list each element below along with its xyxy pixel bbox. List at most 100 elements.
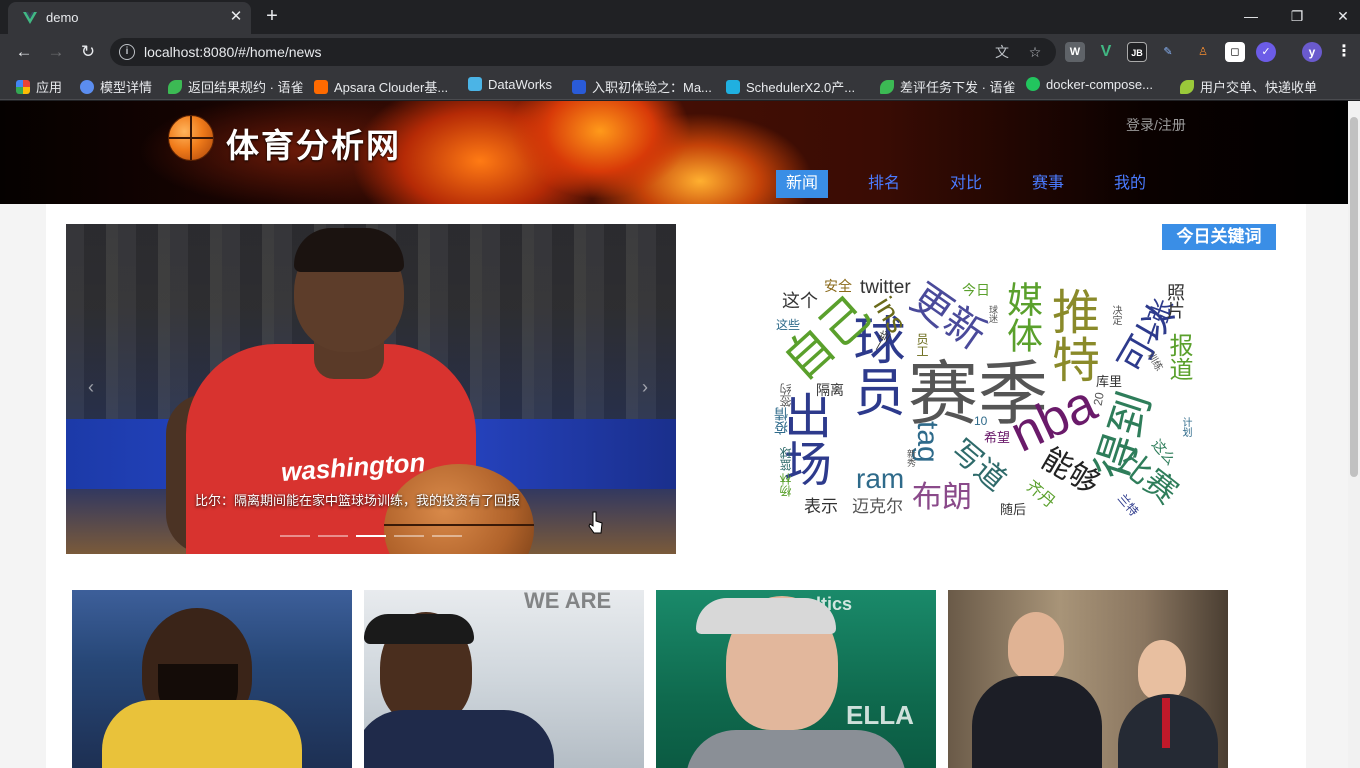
keyword[interactable]: 员工 — [915, 333, 929, 357]
c-logo-icon — [1026, 77, 1040, 91]
bookmark-item[interactable]: 入职初体验之：Ma... — [572, 77, 712, 95]
login-register-link[interactable]: 登录/注册 — [1126, 115, 1186, 135]
bookmark-item[interactable]: docker-compose... — [1026, 77, 1153, 93]
browser-tab[interactable]: demo ✕ — [8, 2, 251, 34]
new-tab-button[interactable]: + — [260, 5, 284, 29]
news-card-image[interactable]: WE ARE — [364, 590, 644, 768]
news-card-image[interactable] — [72, 590, 352, 768]
basketball-logo-icon — [168, 115, 214, 161]
carousel-indicator[interactable] — [394, 535, 424, 537]
carousel-indicator[interactable] — [318, 535, 348, 537]
person-head — [1008, 612, 1064, 680]
profile-avatar[interactable]: y — [1302, 42, 1322, 62]
carousel-indicator[interactable] — [432, 535, 462, 537]
keyword[interactable]: 疫情 — [773, 407, 789, 435]
close-window-button[interactable]: ✕ — [1328, 4, 1358, 28]
keyword[interactable]: 照片 — [1165, 283, 1185, 319]
scrollbar-thumb[interactable] — [1350, 117, 1358, 477]
keyword[interactable]: tag — [911, 421, 944, 463]
news-card-image[interactable]: celtics ELLA — [656, 590, 936, 768]
keyword[interactable]: 媒体 — [1002, 281, 1043, 353]
keyword[interactable]: ram — [856, 465, 904, 493]
carousel-indicator-active[interactable] — [356, 535, 386, 537]
bookmark-item[interactable]: Apsara Clouder基... — [314, 77, 448, 95]
schedulerx-icon — [726, 80, 740, 94]
bookmark-item[interactable]: 用户交单、快递收单 — [1180, 77, 1317, 95]
forward-arrow-icon[interactable]: → — [45, 41, 67, 63]
keyword[interactable]: 篮球 — [779, 447, 793, 471]
page-scrollbar[interactable] — [1348, 101, 1360, 768]
extension-w-icon[interactable]: W — [1065, 42, 1085, 62]
address-bar[interactable]: i localhost:8080/#/home/news 文 ☆ — [110, 38, 1056, 66]
lakers-jersey — [102, 700, 302, 768]
back-arrow-icon[interactable]: ← — [13, 41, 35, 63]
keyword[interactable]: 这个 — [782, 292, 818, 310]
bookmark-apps[interactable]: 应用 — [16, 77, 62, 95]
keyword[interactable]: 库里 — [1096, 375, 1122, 388]
mouse-pointer-icon — [588, 511, 603, 534]
bookmark-item[interactable]: 差评任务下发 · 语雀 — [880, 77, 1016, 95]
browser-toolbar: ← → ↻ i localhost:8080/#/home/news 文 ☆ — [0, 34, 1360, 70]
player-hair — [294, 228, 404, 272]
bookmark-item[interactable]: DataWorks — [468, 77, 552, 93]
extension-square-icon[interactable]: ◻ — [1225, 42, 1245, 62]
keywords-title: 今日关键词 — [1162, 224, 1276, 250]
nav-ranking[interactable]: 排名 — [858, 170, 910, 198]
bookmark-item[interactable]: SchedulerX2.0产... — [726, 77, 855, 95]
extension-figure-icon[interactable]: ♙ — [1193, 42, 1213, 62]
keyword[interactable]: 布朗 — [912, 483, 972, 513]
keyword[interactable]: 推特 — [1044, 287, 1097, 383]
translate-icon[interactable]: 文 — [993, 43, 1011, 61]
carousel-next-arrow-icon[interactable]: › — [642, 377, 648, 398]
site-logo-text[interactable]: 体育分析网 — [226, 119, 401, 167]
minimize-window-button[interactable]: — — [1236, 4, 1266, 28]
keyword[interactable]: 迈克尔 — [852, 498, 903, 515]
carousel-caption[interactable]: 比尔：隔离期间能在家中篮球场训练，我的投资有了回报 — [195, 490, 520, 509]
sponsor-signage: ELLA — [846, 700, 914, 730]
keyword[interactable]: 决定 — [1110, 305, 1121, 325]
site-info-icon[interactable]: i — [119, 44, 135, 60]
bookmark-item[interactable]: 返回结果规约 · 语雀 — [168, 77, 304, 95]
nav-news[interactable]: 新闻 — [776, 170, 828, 198]
keyword[interactable]: 10 — [974, 415, 987, 427]
keyword[interactable]: 今日 — [962, 283, 990, 297]
keyword[interactable]: 表示 — [804, 498, 838, 515]
nav-events[interactable]: 赛事 — [1022, 170, 1074, 198]
keyword[interactable]: 随后 — [1000, 503, 1026, 516]
vue-devtools-icon[interactable]: V — [1096, 42, 1116, 62]
news-card-image[interactable] — [948, 590, 1228, 768]
bookmark-star-icon[interactable]: ☆ — [1026, 43, 1044, 61]
keyword[interactable]: 安全 — [824, 279, 852, 293]
keyword[interactable]: 杨林 — [779, 473, 793, 497]
url-text[interactable]: localhost:8080/#/home/news — [144, 44, 321, 60]
nav-compare[interactable]: 对比 — [940, 170, 992, 198]
keyword[interactable]: 20 — [1091, 391, 1107, 407]
reload-icon[interactable]: ↻ — [77, 41, 99, 63]
keyword[interactable]: twitter — [860, 278, 911, 297]
keyword[interactable]: 球迷 — [988, 305, 998, 323]
tab-close-icon[interactable]: ✕ — [226, 7, 246, 27]
keyword[interactable]: 报道 — [1165, 333, 1192, 381]
keyword[interactable]: 新秀 — [906, 449, 916, 467]
carousel-prev-arrow-icon[interactable]: ‹ — [88, 377, 94, 398]
dataworks-icon — [468, 77, 482, 91]
extension-check-icon[interactable]: ✓ — [1256, 42, 1276, 62]
keyword[interactable]: 隔离 — [816, 383, 844, 397]
pen-tool-icon[interactable]: ✎ — [1158, 42, 1178, 62]
carousel-indicator[interactable] — [280, 535, 310, 537]
person-hair — [696, 598, 836, 634]
extension-jb-icon[interactable]: JB — [1127, 42, 1147, 62]
keyword[interactable]: 计划 — [1180, 417, 1191, 437]
keyword[interactable]: 这些 — [776, 319, 800, 331]
player-shirt — [364, 710, 554, 768]
yuque-leaf-icon — [880, 80, 894, 94]
ata-icon — [572, 80, 586, 94]
restore-window-button[interactable]: ❐ — [1282, 4, 1312, 28]
bookmark-item[interactable]: 模型详情 — [80, 77, 152, 95]
menu-kebab-icon[interactable]: ⋮ — [1334, 42, 1354, 62]
keyword[interactable]: 签约 — [779, 383, 793, 407]
red-tie — [1162, 698, 1170, 748]
person-head — [1138, 640, 1186, 700]
nav-mine[interactable]: 我的 — [1104, 170, 1156, 198]
keyword[interactable]: 希望 — [984, 431, 1010, 444]
